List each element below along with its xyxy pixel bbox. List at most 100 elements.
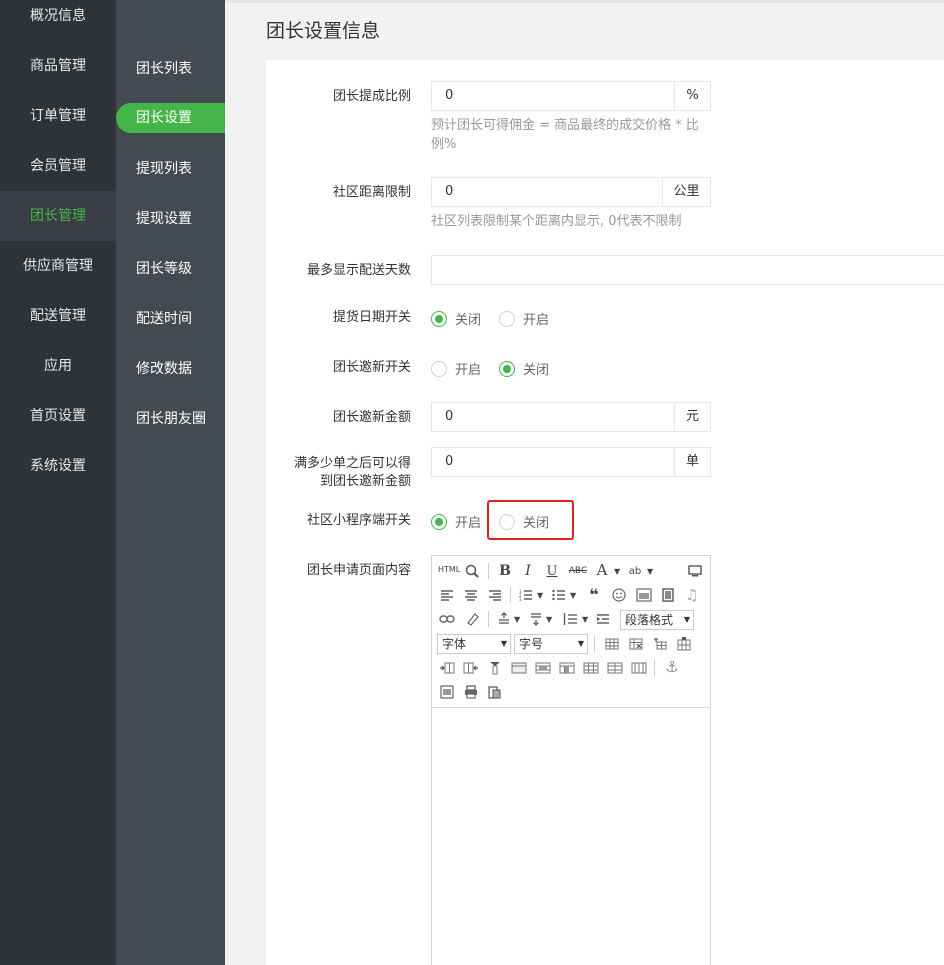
merge-right-icon[interactable] (534, 660, 552, 676)
insert-frame-icon[interactable] (438, 684, 456, 700)
commission-input[interactable]: 0 (432, 82, 674, 110)
video-icon[interactable] (659, 587, 677, 603)
html-source-button[interactable]: HTML (438, 565, 460, 574)
nav-members[interactable]: 会员管理 (0, 141, 116, 191)
orders-label-line2: 到团长邀新金额 (319, 474, 411, 489)
pickup-radio-off[interactable]: 关闭 (431, 309, 481, 328)
subnav-delivery-time[interactable]: 配送时间 (116, 293, 225, 343)
distance-help: 社区列表限制某个距离内显示, 0代表不限制 (431, 214, 682, 229)
dropdown-caret-icon[interactable]: ▼ (614, 567, 620, 576)
merge-down-icon[interactable] (558, 660, 576, 676)
align-right-icon[interactable] (486, 587, 504, 603)
radio-unchecked-icon (499, 310, 515, 327)
orders-input[interactable]: 0 (432, 448, 674, 476)
nav-system-settings[interactable]: 系统设置 (0, 441, 116, 491)
print-icon[interactable] (462, 684, 480, 700)
pickup-radio-on[interactable]: 开启 (499, 309, 549, 328)
invite-amount-input-group: 0 元 (431, 402, 711, 432)
blockquote-icon[interactable]: ❝ (585, 585, 603, 604)
split-cells-icon[interactable] (582, 660, 600, 676)
nav-leaders[interactable]: 团长管理 (0, 191, 116, 241)
subnav-leader-moments[interactable]: 团长朋友圈 (116, 393, 225, 443)
dropdown-caret-icon[interactable]: ▼ (647, 567, 653, 576)
insert-paragraph-before-table-icon[interactable] (651, 636, 669, 652)
line-spacing-icon[interactable] (561, 611, 579, 627)
line-height-top-icon[interactable] (495, 611, 513, 627)
highlight-box (487, 500, 574, 540)
subnav-leader-levels[interactable]: 团长等级 (116, 243, 225, 293)
dropdown-caret-icon[interactable]: ▼ (570, 591, 576, 600)
insert-col-before-icon[interactable] (438, 660, 456, 676)
primary-sidebar: 概况信息 商品管理 订单管理 会员管理 团长管理 供应商管理 配送管理 应用 首… (0, 0, 116, 965)
merge-cells-icon[interactable] (510, 660, 528, 676)
split-to-cols-icon[interactable] (630, 660, 648, 676)
insert-table-icon[interactable] (603, 636, 621, 652)
dropdown-caret-icon[interactable]: ▼ (582, 615, 588, 624)
link-icon[interactable] (438, 611, 456, 627)
eraser-icon[interactable] (463, 611, 481, 627)
align-center-icon[interactable] (462, 587, 480, 603)
paste-icon[interactable] (486, 684, 504, 700)
font-family-select[interactable]: 字体 ▼ (437, 634, 511, 654)
nav-home-settings[interactable]: 首页设置 (0, 391, 116, 441)
highlight-color-icon[interactable]: ab (626, 563, 644, 579)
split-to-rows-icon[interactable] (606, 660, 624, 676)
image-icon[interactable] (635, 587, 653, 603)
invite-radio-on[interactable]: 开启 (431, 359, 481, 378)
align-left-icon[interactable] (438, 587, 456, 603)
delete-row-icon[interactable] (486, 660, 504, 676)
emoji-icon[interactable] (610, 587, 628, 603)
bold-icon[interactable]: B (496, 563, 514, 579)
strikethrough-icon[interactable]: ABC (567, 563, 589, 579)
invite-amount-label: 团长邀新金额 (332, 410, 411, 425)
font-size-value: 字号 (519, 637, 544, 651)
font-size-select[interactable]: 字号 ▼ (514, 634, 588, 654)
italic-icon[interactable]: I (519, 563, 537, 579)
subnav-leader-list[interactable]: 团长列表 (116, 43, 225, 93)
subnav-withdraw-settings[interactable]: 提现设置 (116, 193, 225, 243)
line-height-bottom-icon[interactable] (527, 611, 545, 627)
orders-unit: 单 (674, 448, 710, 476)
nav-orders[interactable]: 订单管理 (0, 91, 116, 141)
editor-content-area[interactable] (432, 708, 710, 965)
insert-col-after-icon[interactable] (462, 660, 480, 676)
chevron-down-icon: ▼ (683, 615, 690, 624)
commission-unit: % (674, 82, 710, 110)
music-icon[interactable]: ♫ (683, 586, 701, 604)
radio-label: 开启 (455, 363, 482, 378)
underline-icon[interactable]: U (543, 563, 561, 579)
nav-products[interactable]: 商品管理 (0, 41, 116, 91)
invite-amount-input[interactable]: 0 (432, 403, 674, 431)
indent-icon[interactable] (594, 611, 612, 627)
dropdown-caret-icon[interactable]: ▼ (514, 615, 520, 624)
preview-icon[interactable] (463, 563, 481, 579)
invite-radio-off[interactable]: 关闭 (499, 359, 549, 378)
subnav-leader-settings[interactable]: 团长设置 (116, 93, 225, 143)
orders-input-group: 0 单 (431, 447, 711, 477)
delete-table-icon[interactable] (627, 636, 645, 652)
max-days-input[interactable] (432, 256, 944, 284)
subnav-withdraw-list[interactable]: 提现列表 (116, 143, 225, 193)
commission-label: 团长提成比例 (332, 89, 411, 104)
separator (594, 636, 595, 652)
miniapp-radio-on[interactable]: 开启 (431, 512, 481, 531)
separator (510, 587, 511, 603)
paragraph-format-select[interactable]: 段落格式 ▼ (620, 610, 694, 630)
nav-apps[interactable]: 应用 (0, 341, 116, 391)
ordered-list-icon[interactable]: 123 (517, 587, 535, 603)
dropdown-caret-icon[interactable]: ▼ (546, 615, 552, 624)
fullscreen-icon[interactable] (686, 563, 704, 579)
font-color-icon[interactable]: A (593, 561, 611, 579)
chevron-down-icon: ▼ (577, 639, 584, 648)
radio-label: 开启 (523, 313, 550, 328)
nav-delivery[interactable]: 配送管理 (0, 291, 116, 341)
subnav-edit-data[interactable]: 修改数据 (116, 343, 225, 393)
nav-overview[interactable]: 概况信息 (0, 0, 116, 41)
distance-input[interactable]: 0 (432, 178, 662, 206)
insert-row-icon[interactable] (675, 636, 693, 652)
unordered-list-icon[interactable] (550, 587, 568, 603)
nav-suppliers[interactable]: 供应商管理 (0, 241, 116, 291)
dropdown-caret-icon[interactable]: ▼ (537, 591, 543, 600)
radio-checked-icon (431, 310, 447, 327)
anchor-icon[interactable]: ⚓ (663, 658, 681, 676)
